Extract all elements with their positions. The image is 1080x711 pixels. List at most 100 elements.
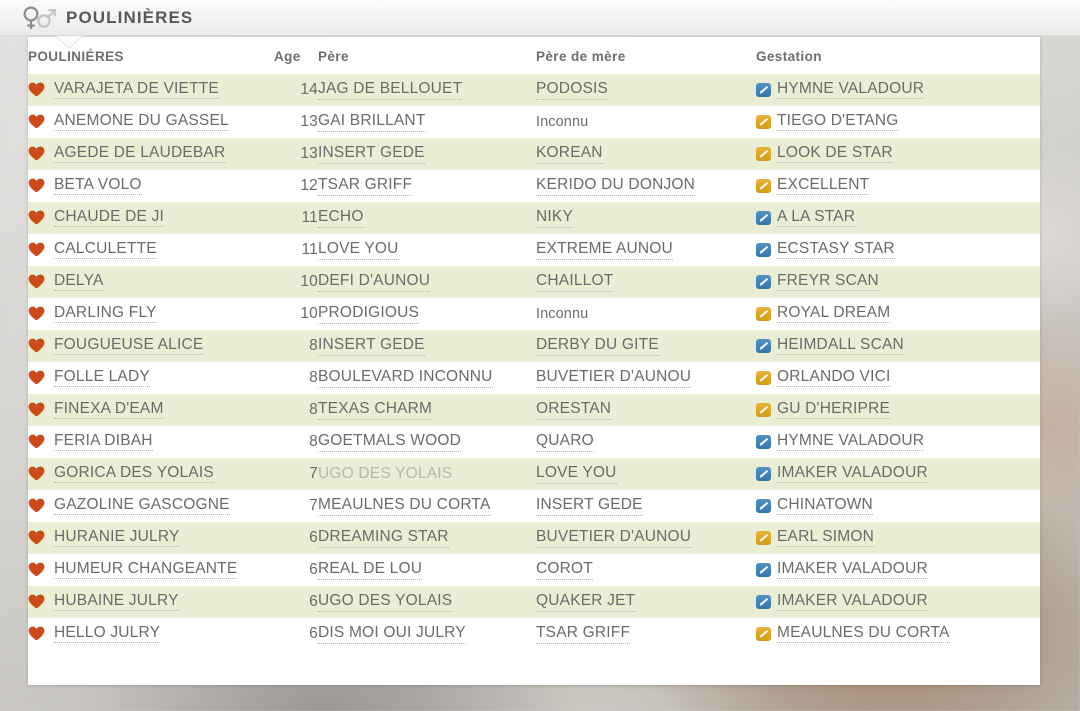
gestation-sire-link[interactable]: CHINATOWN — [777, 496, 873, 516]
mare-name-link[interactable]: HELLO JULRY — [54, 624, 161, 644]
favorite-heart-icon[interactable] — [28, 178, 45, 193]
pere-name-link[interactable]: INSERT GEDE — [318, 337, 425, 356]
gestation-status-icon[interactable] — [756, 146, 771, 161]
pere-name-link[interactable]: INSERT GEDE — [318, 145, 425, 164]
gestation-status-icon[interactable] — [756, 242, 771, 257]
gestation-sire-link[interactable]: FREYR SCAN — [777, 272, 879, 292]
pere-de-mere-link[interactable]: NIKY — [536, 209, 573, 228]
favorite-heart-icon[interactable] — [28, 306, 45, 321]
pere-name-link[interactable]: MEAULNES DU CORTA — [318, 497, 491, 516]
favorite-heart-icon[interactable] — [28, 146, 45, 161]
gestation-sire-link[interactable]: EARL SIMON — [777, 528, 875, 548]
table-row[interactable]: AGEDE DE LAUDEBAR 13 INSERT GEDE KOREAN LOOK… — [28, 138, 1040, 170]
pere-de-mere-link[interactable]: CHAILLOT — [536, 273, 614, 292]
favorite-heart-icon[interactable] — [28, 114, 45, 129]
mare-name-link[interactable]: DARLING FLY — [54, 304, 157, 324]
pere-de-mere-link[interactable]: BUVETIER D'AUNOU — [536, 369, 692, 388]
pere-de-mere-link[interactable]: EXTREME AUNOU — [536, 241, 673, 260]
mare-name-link[interactable]: FINEXA D'EAM — [54, 400, 164, 420]
mare-name-link[interactable]: HUMEUR CHANGEANTE — [54, 560, 238, 580]
gestation-status-icon[interactable] — [756, 306, 771, 321]
favorite-heart-icon[interactable] — [28, 82, 45, 97]
pere-de-mere-link[interactable]: QUAKER JET — [536, 593, 636, 612]
gestation-status-icon[interactable] — [756, 402, 771, 417]
mare-name-link[interactable]: CALCULETTE — [54, 240, 157, 260]
mare-name-link[interactable]: FOLLE LADY — [54, 368, 150, 388]
gestation-sire-link[interactable]: HEIMDALL SCAN — [777, 336, 904, 356]
gestation-status-icon[interactable] — [756, 626, 771, 641]
gestation-sire-link[interactable]: LOOK DE STAR — [777, 144, 893, 164]
pere-de-mere-link[interactable]: KOREAN — [536, 145, 603, 164]
gestation-sire-link[interactable]: GU D'HERIPRE — [777, 400, 891, 420]
pere-name-link[interactable]: TEXAS CHARM — [318, 401, 433, 420]
gestation-sire-link[interactable]: MEAULNES DU CORTA — [777, 624, 950, 644]
pere-name-link[interactable]: PRODIGIOUS — [318, 305, 420, 324]
gestation-sire-link[interactable]: HYMNE VALADOUR — [777, 80, 925, 100]
gestation-status-icon[interactable] — [756, 274, 771, 289]
column-header-pere-de-mere[interactable]: Père de mère — [536, 37, 756, 74]
mare-name-link[interactable]: DELYA — [54, 272, 104, 292]
table-row[interactable]: HUBAINE JULRY 6 UGO DES YOLAIS QUAKER JET IM… — [28, 586, 1040, 618]
table-row[interactable]: CALCULETTE 11 LOVE YOU EXTREME AUNOU ECSTASY… — [28, 234, 1040, 266]
favorite-heart-icon[interactable] — [28, 498, 45, 513]
mare-name-link[interactable]: HUBAINE JULRY — [54, 592, 179, 612]
gestation-status-icon[interactable] — [756, 338, 771, 353]
column-header-age[interactable]: Age — [274, 37, 318, 74]
pere-de-mere-link[interactable]: QUARO — [536, 433, 594, 452]
gestation-status-icon[interactable] — [756, 562, 771, 577]
gestation-sire-link[interactable]: A LA STAR — [777, 208, 856, 228]
favorite-heart-icon[interactable] — [28, 626, 45, 641]
mare-name-link[interactable]: FOUGUEUSE ALICE — [54, 336, 204, 356]
gestation-status-icon[interactable] — [756, 466, 771, 481]
table-row[interactable]: FOLLE LADY 8 BOULEVARD INCONNU BUVETIER D'A… — [28, 362, 1040, 394]
favorite-heart-icon[interactable] — [28, 594, 45, 609]
favorite-heart-icon[interactable] — [28, 338, 45, 353]
pere-name-link[interactable]: TSAR GRIFF — [318, 177, 413, 196]
pere-de-mere-link[interactable]: COROT — [536, 561, 593, 580]
gestation-sire-link[interactable]: TIEGO D'ETANG — [777, 112, 899, 132]
table-row[interactable]: DARLING FLY 10 PRODIGIOUS Inconnu ROYAL DREA… — [28, 298, 1040, 330]
pere-de-mere-link[interactable]: DERBY DU GITE — [536, 337, 659, 356]
pere-de-mere-link[interactable]: LOVE YOU — [536, 465, 617, 484]
gestation-status-icon[interactable] — [756, 178, 771, 193]
favorite-heart-icon[interactable] — [28, 242, 45, 257]
favorite-heart-icon[interactable] — [28, 210, 45, 225]
pere-name-link[interactable]: DREAMING STAR — [318, 529, 449, 548]
pere-name-link[interactable]: GOETMALS WOOD — [318, 433, 461, 452]
table-row[interactable]: ANEMONE DU GASSEL 13 GAI BRILLANT Inconnu TI… — [28, 106, 1040, 138]
mare-name-link[interactable]: FERIA DIBAH — [54, 432, 153, 452]
pere-de-mere-link[interactable]: BUVETIER D'AUNOU — [536, 529, 692, 548]
gestation-sire-link[interactable]: IMAKER VALADOUR — [777, 592, 928, 612]
mare-name-link[interactable]: CHAUDE DE JI — [54, 208, 165, 228]
favorite-heart-icon[interactable] — [28, 402, 45, 417]
pere-name-link[interactable]: ECHO — [318, 209, 364, 228]
pere-de-mere-link[interactable]: KERIDO DU DONJON — [536, 177, 696, 196]
table-row[interactable]: VARAJETA DE VIETTE 14 JAG DE BELLOUET PODOS… — [28, 74, 1040, 106]
gestation-status-icon[interactable] — [756, 594, 771, 609]
table-row[interactable]: BETA VOLO 12 TSAR GRIFF KERIDO DU DONJON EXC… — [28, 170, 1040, 202]
pere-name-link[interactable]: UGO DES YOLAIS — [318, 593, 453, 612]
table-row[interactable]: FERIA DIBAH 8 GOETMALS WOOD QUARO HYMNE VALA… — [28, 426, 1040, 458]
favorite-heart-icon[interactable] — [28, 274, 45, 289]
gestation-sire-link[interactable]: ECSTASY STAR — [777, 240, 895, 260]
table-row[interactable]: GAZOLINE GASCOGNE 7 MEAULNES DU CORTA INSER… — [28, 490, 1040, 522]
mare-name-link[interactable]: GAZOLINE GASCOGNE — [54, 496, 230, 516]
table-row[interactable]: FINEXA D'EAM 8 TEXAS CHARM ORESTAN GU D'HERI… — [28, 394, 1040, 426]
gestation-status-icon[interactable] — [756, 434, 771, 449]
pere-name-link[interactable]: LOVE YOU — [318, 241, 399, 260]
column-header-gestation[interactable]: Gestation — [756, 37, 1040, 74]
table-row[interactable]: CHAUDE DE JI 11 ECHO NIKY A LA STAR — [28, 202, 1040, 234]
favorite-heart-icon[interactable] — [28, 370, 45, 385]
gestation-status-icon[interactable] — [756, 210, 771, 225]
pere-de-mere-link[interactable]: ORESTAN — [536, 401, 612, 420]
pere-name-link[interactable]: REAL DE LOU — [318, 561, 423, 580]
table-row[interactable]: HUMEUR CHANGEANTE 6 REAL DE LOU COROT IMAKER… — [28, 554, 1040, 586]
table-row[interactable]: GORICA DES YOLAIS 7 UGO DES YOLAIS LOVE YOU… — [28, 458, 1040, 490]
column-header-pere[interactable]: Père — [318, 37, 536, 74]
favorite-heart-icon[interactable] — [28, 434, 45, 449]
table-row[interactable]: DELYA 10 DEFI D'AUNOU CHAILLOT FREYR SCAN — [28, 266, 1040, 298]
pere-name-link[interactable]: DIS MOI OUI JULRY — [318, 625, 466, 644]
gestation-sire-link[interactable]: EXCELLENT — [777, 176, 870, 196]
mare-name-link[interactable]: BETA VOLO — [54, 176, 142, 196]
table-row[interactable]: HELLO JULRY 6 DIS MOI OUI JULRY TSAR GRIFF M… — [28, 618, 1040, 650]
